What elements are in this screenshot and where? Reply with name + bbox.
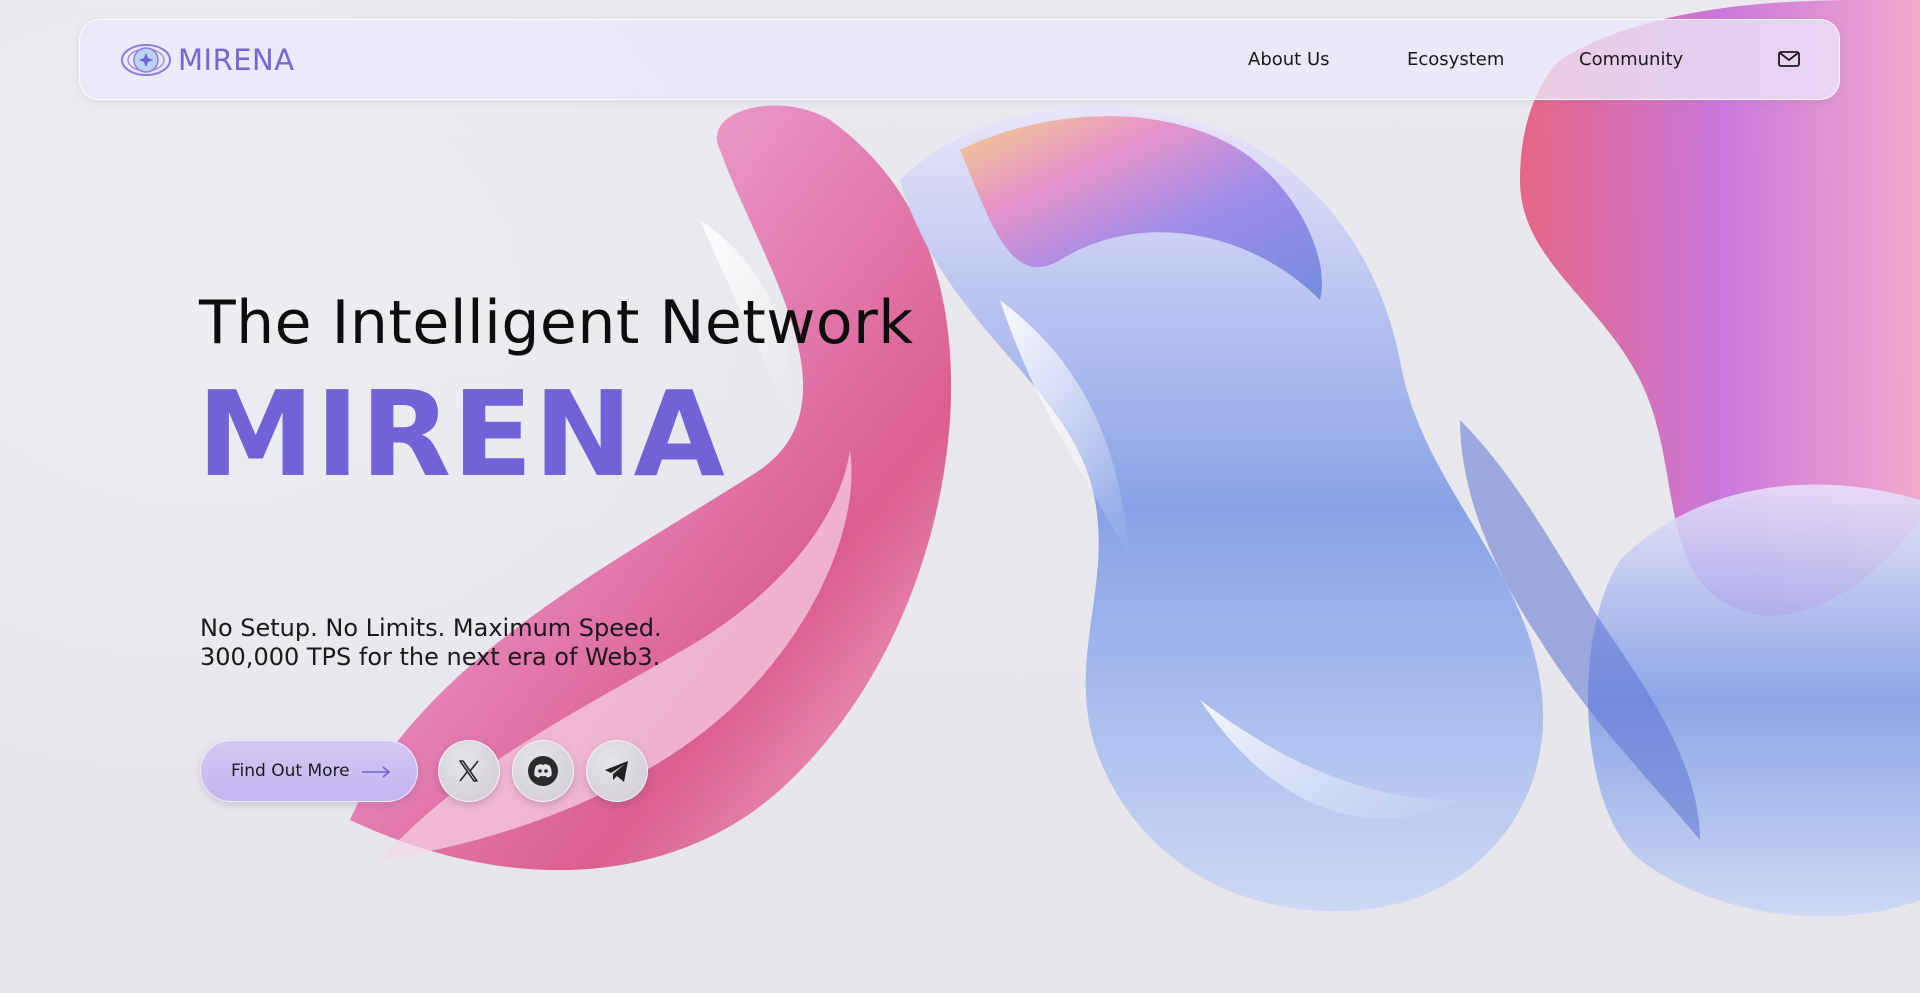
hero-brand-name: MIRENA [197,365,726,503]
telegram-icon [605,761,628,782]
mail-icon[interactable] [1777,47,1801,71]
find-out-more-label: Find Out More [231,761,350,781]
brand-logo[interactable]: MIRENA [120,38,295,82]
x-twitter-icon [459,760,479,782]
telegram-button[interactable] [586,740,648,802]
x-twitter-button[interactable] [438,740,500,802]
discord-icon [528,756,558,786]
discord-button[interactable] [512,740,574,802]
hero-subtitle-line-2: 300,000 TPS for the next era of Web3. [200,643,661,671]
nav-link-about-us[interactable]: About Us [1248,49,1330,70]
arrow-right-icon [362,766,391,778]
brand-name: MIRENA [178,43,295,77]
hero-subtitle-line-1: No Setup. No Limits. Maximum Speed. [200,614,662,642]
eye-star-icon [121,44,171,76]
find-out-more-button[interactable]: Find Out More [200,740,418,802]
top-navigation-bar: MIRENA About Us Ecosystem Community [79,19,1840,100]
hero-title: The Intelligent Network [199,288,914,358]
nav-link-ecosystem[interactable]: Ecosystem [1407,49,1504,70]
nav-link-community[interactable]: Community [1579,49,1683,70]
